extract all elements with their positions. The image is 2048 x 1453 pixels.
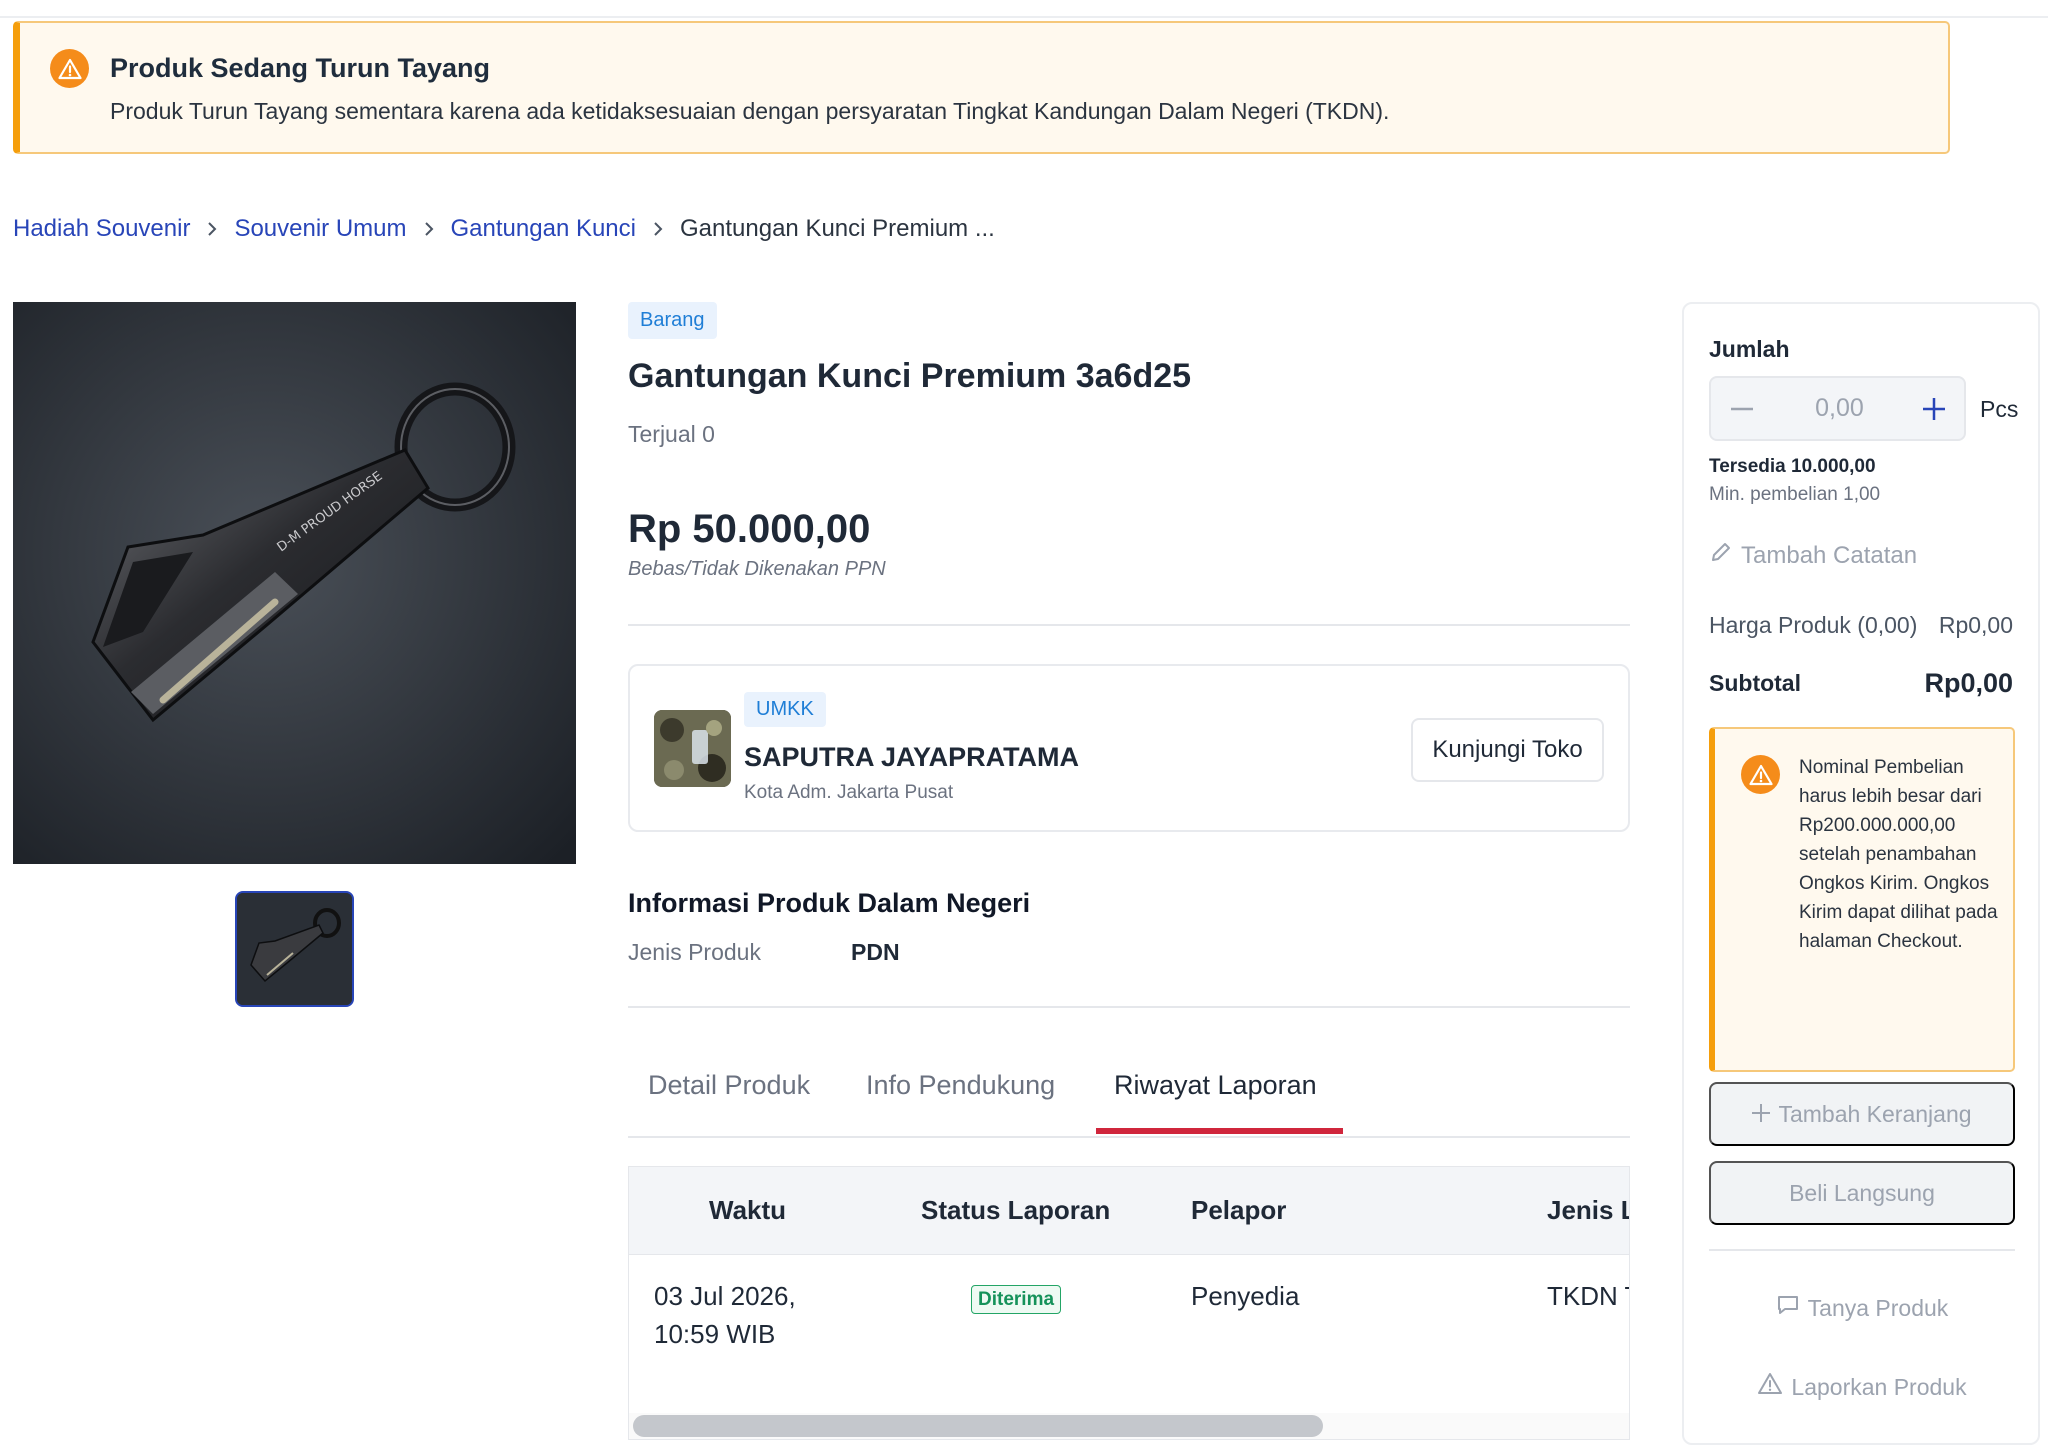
quantity-stepper: 0,00	[1709, 376, 1966, 441]
quantity-input[interactable]: 0,00	[1773, 394, 1906, 423]
tab-info-pendukung[interactable]: Info Pendukung	[866, 1070, 1055, 1101]
column-header-waktu: Waktu	[709, 1195, 787, 1225]
ask-product-link[interactable]: Tanya Produk	[1709, 1294, 2015, 1322]
table-header: Waktu Status Laporan Pelapor Jenis L	[629, 1167, 1630, 1255]
cell-jenis: TKDN T	[1547, 1281, 1629, 1311]
umkk-badge: UMKK	[744, 692, 826, 727]
minimum-purchase-warning: Nominal Pembelian harus lebih besar dari…	[1709, 727, 2015, 1072]
divider	[628, 624, 1630, 626]
report-history-table: Waktu Status Laporan Pelapor Jenis L 03 …	[628, 1166, 1630, 1440]
divider	[1709, 1249, 2015, 1251]
tab-detail-produk[interactable]: Detail Produk	[648, 1070, 810, 1101]
product-type-badge: Barang	[628, 302, 717, 339]
cell-pelapor: Penyedia	[1191, 1281, 1300, 1311]
buy-now-button[interactable]: Beli Langsung	[1709, 1161, 2015, 1225]
report-product-link[interactable]: Laporkan Produk	[1709, 1372, 2015, 1402]
cell-waktu-date: 03 Jul 2026,	[654, 1281, 796, 1311]
breadcrumb-link-souvenir-umum[interactable]: Souvenir Umum	[234, 215, 406, 243]
add-to-cart-label: Tambah Keranjang	[1778, 1100, 1972, 1127]
breadcrumb-link-hadiah-souvenir[interactable]: Hadiah Souvenir	[13, 215, 190, 243]
alert-message: Produk Turun Tayang sementara karena ada…	[110, 98, 1390, 124]
pencil-icon	[1709, 540, 1733, 571]
report-product-label: Laporkan Produk	[1791, 1373, 1967, 1400]
minus-icon[interactable]	[1721, 388, 1763, 430]
active-tab-indicator	[1096, 1128, 1343, 1134]
min-purchase: Min. pembelian 1,00	[1709, 484, 1881, 505]
pdn-value: PDN	[851, 939, 900, 965]
add-note-label: Tambah Catatan	[1741, 541, 1918, 569]
add-note-button[interactable]: Tambah Catatan	[1709, 540, 1917, 571]
seller-location: Kota Adm. Jakarta Pusat	[744, 782, 954, 803]
seller-card: UMKK SAPUTRA JAYAPRATAMA Kota Adm. Jakar…	[628, 664, 1630, 832]
seller-name[interactable]: SAPUTRA JAYAPRATAMA	[744, 742, 1079, 773]
column-header-jenis: Jenis L	[1547, 1195, 1630, 1225]
warning-icon	[50, 49, 89, 88]
quantity-unit: Pcs	[1980, 396, 2019, 422]
seller-avatar[interactable]	[654, 710, 731, 787]
top-divider	[0, 16, 2048, 18]
breadcrumb-link-gantungan-kunci[interactable]: Gantungan Kunci	[451, 215, 636, 243]
cell-waktu-time: 10:59 WIB	[654, 1319, 776, 1349]
chevron-right-icon	[652, 221, 664, 237]
stock-available: Tersedia 10.000,00	[1709, 456, 1876, 477]
scrollbar-thumb[interactable]	[633, 1415, 1323, 1437]
subtotal-value: Rp0,00	[1924, 668, 2013, 698]
breadcrumb-current: Gantungan Kunci Premium ...	[680, 215, 995, 242]
plus-icon	[1752, 1101, 1771, 1128]
breadcrumb: Hadiah Souvenir Souvenir Umum Gantungan …	[13, 212, 995, 246]
chevron-right-icon	[423, 221, 435, 237]
purchase-panel: Jumlah 0,00 Pcs Tersedia 10.000,00 Min. …	[1682, 302, 2040, 1445]
alert-title: Produk Sedang Turun Tayang	[110, 53, 491, 83]
tax-note: Bebas/Tidak Dikenakan PPN	[628, 558, 886, 580]
quantity-label: Jumlah	[1709, 336, 1790, 362]
column-header-status: Status Laporan	[921, 1195, 1111, 1225]
warning-icon	[1741, 755, 1780, 794]
product-tabs: Detail Produk Info Pendukung Riwayat Lap…	[628, 1050, 1630, 1138]
tab-riwayat-laporan[interactable]: Riwayat Laporan	[1114, 1070, 1317, 1101]
product-main-image[interactable]: D-M PROUD HORSE	[13, 302, 576, 864]
sold-count: Terjual 0	[628, 421, 715, 447]
status-badge: Diterima	[971, 1285, 1062, 1314]
visit-store-button[interactable]: Kunjungi Toko	[1411, 718, 1604, 782]
product-price-label: Harga Produk (0,00)	[1709, 612, 1918, 638]
alert-triangle-icon	[1757, 1372, 1783, 1402]
product-price: Rp 50.000,00	[628, 507, 871, 551]
pdn-section-title: Informasi Produk Dalam Negeri	[628, 888, 1031, 918]
warning-message: Nominal Pembelian harus lebih besar dari…	[1799, 757, 1998, 952]
plus-icon[interactable]	[1913, 388, 1955, 430]
pdn-label: Jenis Produk	[628, 939, 761, 965]
takedown-alert: Produk Sedang Turun Tayang Produk Turun …	[13, 21, 1950, 154]
product-thumbnail[interactable]	[235, 891, 354, 1007]
product-price-value: Rp0,00	[1938, 612, 2013, 638]
chevron-right-icon	[206, 221, 218, 237]
column-header-pelapor: Pelapor	[1191, 1195, 1287, 1225]
subtotal-label: Subtotal	[1709, 670, 1801, 696]
add-to-cart-button[interactable]: Tambah Keranjang	[1709, 1082, 2015, 1146]
product-title: Gantungan Kunci Premium 3a6d25	[628, 357, 1192, 395]
chat-icon	[1776, 1294, 1800, 1322]
ask-product-label: Tanya Produk	[1807, 1294, 1949, 1321]
divider	[628, 1006, 1630, 1008]
